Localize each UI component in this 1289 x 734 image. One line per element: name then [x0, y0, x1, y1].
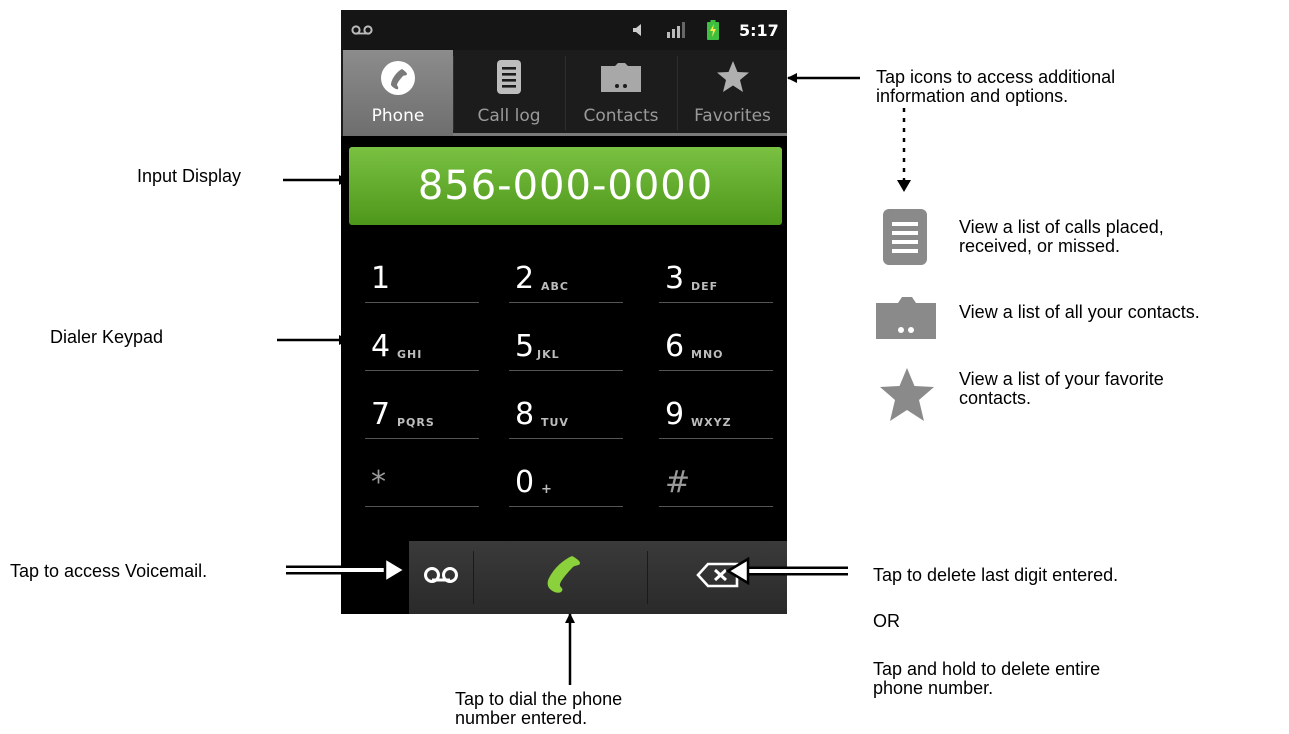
tab-label: Phone: [371, 106, 425, 126]
status-bar: 5:17: [341, 10, 787, 50]
dial-button[interactable]: [474, 541, 647, 614]
input-display[interactable]: 856-000-0000: [349, 147, 782, 225]
key-star[interactable]: *: [365, 444, 479, 507]
tab-underline: [453, 133, 787, 136]
key-9[interactable]: 9 WXYZ: [659, 376, 773, 439]
call-log-list-icon: [454, 60, 564, 96]
delete-label: Tap to delete last digit entered.: [873, 565, 1119, 585]
signal-bars-icon: [667, 10, 685, 50]
tabs-note: Tap icons to access additional informati…: [876, 67, 1116, 106]
tab-label: Call log: [477, 106, 541, 126]
phone-handset-icon: [343, 60, 453, 96]
tab-bar: Phone Call log Contacts Favorites: [341, 50, 787, 136]
contacts-folder-icon: [566, 60, 676, 96]
phone-handset-icon: [539, 553, 583, 602]
phone-screen: 5:17 Phone Call log Contacts Favorites 8…: [341, 10, 787, 614]
key-8[interactable]: 8 TUV: [509, 376, 623, 439]
tab-contacts[interactable]: Contacts: [566, 50, 676, 136]
key-7[interactable]: 7 PQRS: [365, 376, 479, 439]
voicemail-button[interactable]: [409, 541, 473, 614]
call-log-list-icon: [882, 209, 928, 270]
dial-label: Tap to dial the phone number entered.: [455, 689, 623, 728]
status-time: 5:17: [739, 20, 779, 40]
favorites-note: View a list of your favorite contacts.: [959, 369, 1164, 408]
battery-charging-icon: [707, 10, 719, 50]
phone-number-value: 856-000-0000: [417, 163, 714, 209]
contacts-note: View a list of all your contacts.: [959, 302, 1200, 322]
tab-label: Contacts: [583, 106, 659, 126]
key-hash[interactable]: #: [659, 444, 773, 507]
delete-button[interactable]: [648, 541, 787, 614]
call-log-note: View a list of calls placed, received, o…: [959, 217, 1164, 256]
backspace-icon: [695, 562, 740, 593]
key-5[interactable]: 5 JKL: [509, 308, 623, 371]
tab-label: Favorites: [694, 106, 771, 126]
key-0[interactable]: 0 +: [509, 444, 623, 507]
star-icon: [877, 367, 937, 428]
key-4[interactable]: 4 GHI: [365, 308, 479, 371]
voicemail-icon: [423, 566, 459, 589]
tab-call-log[interactable]: Call log: [454, 50, 564, 136]
tab-favorites[interactable]: Favorites: [678, 50, 787, 136]
contacts-folder-icon: [876, 293, 936, 344]
star-icon: [678, 60, 787, 96]
input-display-label: Input Display: [137, 166, 242, 186]
voicemail-icon: [351, 10, 373, 50]
speaker-icon: [631, 10, 643, 50]
voicemail-label: Tap to access Voicemail.: [10, 561, 208, 581]
key-6[interactable]: 6 MNO: [659, 308, 773, 371]
hold-delete-label: Tap and hold to delete entire phone numb…: [873, 659, 1101, 698]
dialer-keypad-label: Dialer Keypad: [50, 327, 164, 347]
dialer-action-bar: [409, 541, 787, 614]
key-3[interactable]: 3 DEF: [659, 240, 773, 303]
or-label: OR: [873, 611, 900, 631]
key-2[interactable]: 2 ABC: [509, 240, 623, 303]
tab-phone[interactable]: Phone: [343, 50, 453, 136]
key-1[interactable]: 1: [365, 240, 479, 303]
